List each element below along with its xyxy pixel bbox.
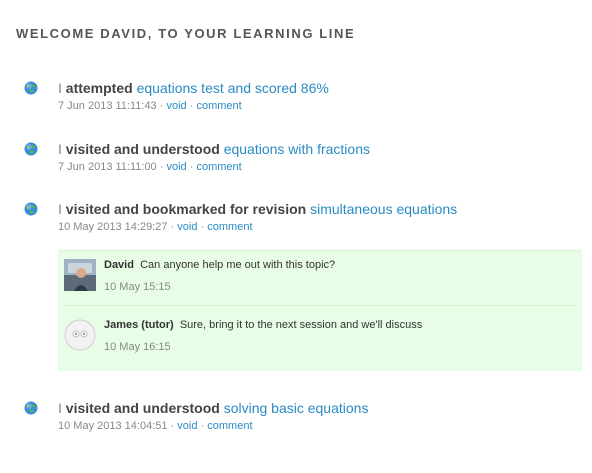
- entry-verb: attempted: [65, 80, 133, 96]
- comment-text: Sure, bring it to the next session and w…: [179, 319, 423, 331]
- separator: ·: [170, 221, 175, 233]
- comment-link[interactable]: comment: [207, 221, 252, 233]
- globe-icon: [24, 401, 38, 415]
- comment-link[interactable]: comment: [196, 161, 241, 173]
- separator: ·: [159, 161, 164, 173]
- entry-target-link[interactable]: solving basic equations: [224, 400, 369, 416]
- comment-time: 10 May 15:15: [104, 281, 171, 293]
- page-title: WELCOME DAVID, TO YOUR LEARNING LINE: [16, 26, 356, 41]
- divider: [64, 305, 576, 306]
- entry-pronoun: I: [58, 141, 62, 157]
- entry-timestamp: 10 May 2013 14:04:51: [58, 420, 168, 432]
- separator: ·: [200, 221, 205, 233]
- comment-author[interactable]: David: [104, 259, 134, 271]
- comment-link[interactable]: comment: [207, 420, 252, 432]
- entry-timestamp: 7 Jun 2013 11:11:43: [58, 100, 157, 112]
- entry-verb: visited and bookmarked for revision: [65, 201, 307, 217]
- void-link[interactable]: void: [177, 221, 197, 233]
- comment-text: Can anyone help me out with this topic?: [140, 259, 336, 271]
- entry-verb: visited and understood: [65, 141, 220, 157]
- separator: ·: [159, 100, 164, 112]
- separator: ·: [170, 420, 175, 432]
- separator: ·: [200, 420, 205, 432]
- void-link[interactable]: void: [177, 420, 197, 432]
- entry-timestamp: 7 Jun 2013 11:11:00: [58, 161, 157, 173]
- separator: ·: [189, 161, 194, 173]
- comment-link[interactable]: comment: [196, 100, 241, 112]
- separator: ·: [189, 100, 194, 112]
- entry-pronoun: I: [58, 80, 62, 96]
- avatar[interactable]: [64, 319, 96, 351]
- entry-timestamp: 10 May 2013 14:29:27: [58, 221, 168, 233]
- entry-verb: visited and understood: [65, 400, 220, 416]
- void-link[interactable]: void: [166, 100, 186, 112]
- entry-pronoun: I: [58, 201, 62, 217]
- comment-thread: David Can anyone help me out with this t…: [58, 250, 582, 371]
- globe-icon: [24, 142, 38, 156]
- avatar[interactable]: [64, 259, 96, 291]
- globe-icon: [24, 81, 38, 95]
- void-link[interactable]: void: [166, 161, 186, 173]
- entry-target-link[interactable]: simultaneous equations: [310, 201, 457, 217]
- comment-time: 10 May 16:15: [104, 341, 171, 353]
- globe-icon: [24, 202, 38, 216]
- entry-pronoun: I: [58, 400, 62, 416]
- entry-target-link[interactable]: equations with fractions: [224, 141, 370, 157]
- comment-author[interactable]: James (tutor): [104, 319, 174, 331]
- entry-target-link[interactable]: equations test and scored 86%: [137, 80, 329, 96]
